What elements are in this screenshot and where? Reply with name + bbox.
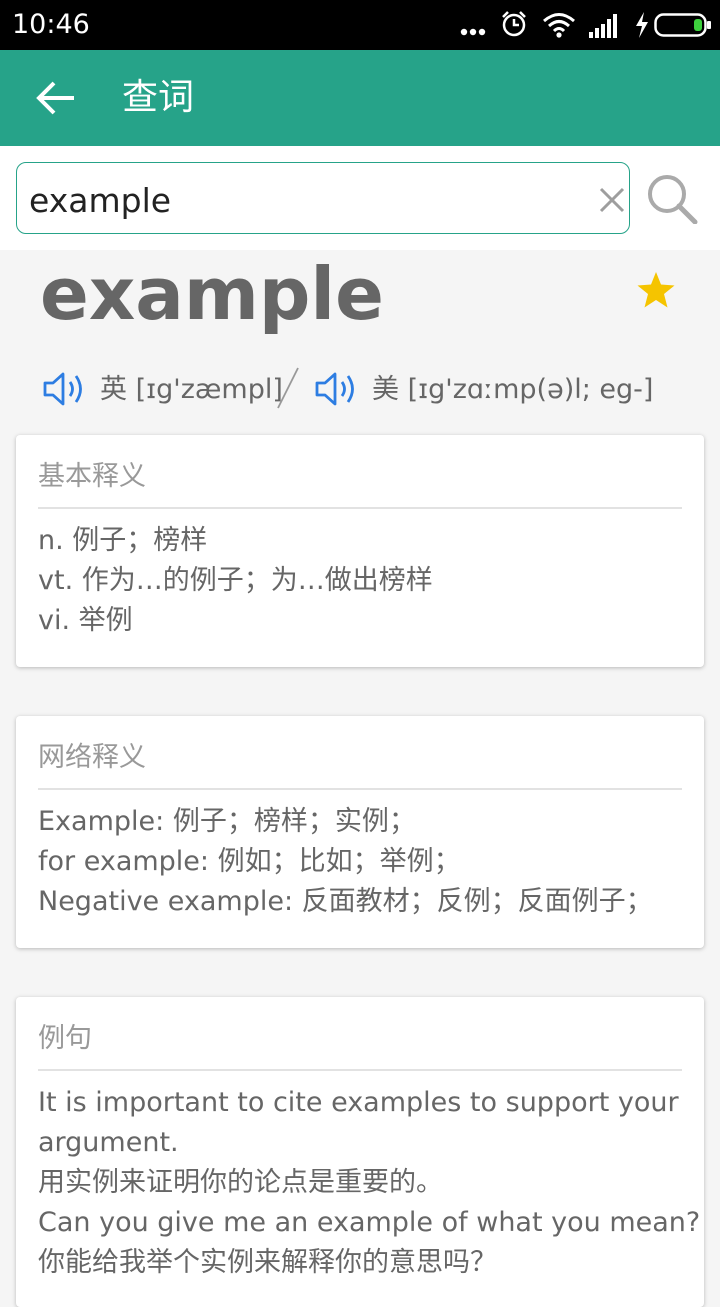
divider [38, 507, 682, 509]
pronunciation-separator [277, 367, 299, 409]
page-title: 查词 [122, 77, 195, 118]
search-box [16, 162, 630, 234]
headword: example [40, 252, 384, 336]
example-sentence-en: It is important to cite examples to supp… [38, 1087, 679, 1118]
pronunciation-us: 美 [ɪg'zɑːmp(ə)l; eg-] [372, 374, 654, 405]
pronunciation-uk: 英 [ɪg'zæmpl] [100, 374, 283, 405]
example-sentence-en: Can you give me an example of what you m… [38, 1207, 701, 1238]
divider [38, 788, 682, 790]
definition-list: Example: 例子；榜样；实例； for example: 例如；比如；举例… [38, 802, 682, 922]
alarm-icon [502, 11, 526, 37]
search-icon[interactable] [646, 174, 698, 224]
definition-line: vt. 作为…的例子；为…做出榜样 [38, 565, 433, 596]
speaker-icon-uk[interactable] [42, 370, 88, 408]
definition-line: n. 例子；榜样 [38, 525, 208, 556]
example-sentence-en: argument. [38, 1127, 179, 1158]
definition-line: Negative example: 反面教材；反例；反面例子； [38, 886, 653, 917]
basic-definition-card: 基本释义 n. 例子；榜样 vt. 作为…的例子；为…做出榜样 vi. 举例 [16, 435, 704, 667]
favorite-star-icon[interactable] [636, 270, 676, 310]
definition-line: for example: 例如；比如；举例； [38, 846, 461, 877]
example-list: It is important to cite examples to supp… [38, 1083, 701, 1283]
signal-icon [589, 14, 617, 38]
card-title: 基本释义 [38, 461, 146, 492]
definition-line: Example: 例子；榜样；实例； [38, 806, 416, 837]
definition-line: vi. 举例 [38, 605, 133, 636]
card-title: 网络释义 [38, 742, 146, 773]
status-time: 10:46 [12, 9, 90, 40]
card-title: 例句 [38, 1023, 92, 1054]
definition-list: n. 例子；榜样 vt. 作为…的例子；为…做出榜样 vi. 举例 [38, 521, 682, 641]
divider [38, 1069, 682, 1071]
status-bar: 10:46 [0, 0, 720, 50]
wifi-icon [543, 13, 575, 38]
search-input[interactable] [27, 171, 586, 229]
charging-bolt-icon [636, 12, 648, 38]
search-bar [0, 146, 720, 250]
example-sentence-zh: 你能给我举个实例来解释你的意思吗？ [38, 1247, 497, 1278]
battery-icon [654, 13, 711, 37]
example-sentence-zh: 用实例来证明你的论点是重要的。 [38, 1167, 443, 1198]
app-toolbar: 查词 [0, 50, 720, 146]
clear-icon[interactable] [598, 186, 626, 214]
web-definition-card: 网络释义 Example: 例子；榜样；实例； for example: 例如；… [16, 716, 704, 948]
example-sentences-card: 例句 It is important to cite examples to s… [16, 997, 704, 1307]
speaker-icon-us[interactable] [314, 370, 360, 408]
back-arrow-icon[interactable] [36, 80, 76, 116]
more-dots-icon [460, 28, 486, 36]
